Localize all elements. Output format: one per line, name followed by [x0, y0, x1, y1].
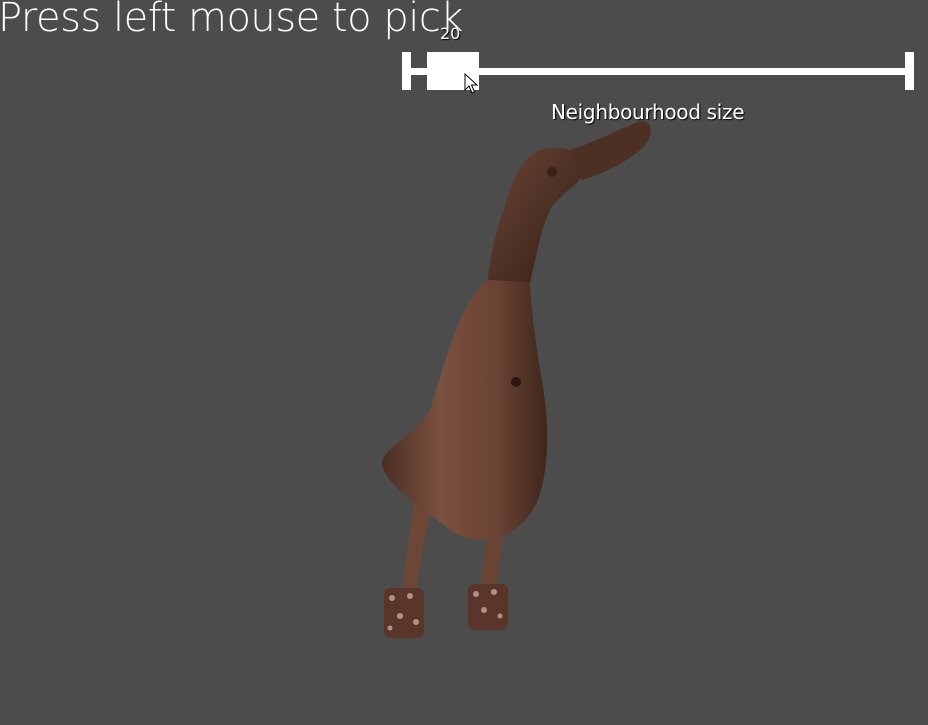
slider-track[interactable]	[406, 68, 910, 75]
instruction-text: Press left mouse to pick	[0, 0, 463, 41]
slider-value-label: 20	[440, 24, 461, 43]
duck-right-foot	[468, 584, 508, 630]
mouse-pointer-icon	[464, 73, 478, 94]
slider-right-cap	[905, 52, 914, 90]
render-viewport[interactable]: Press left mouse to pick 20 Neighbourhoo…	[0, 0, 928, 725]
slider-left-cap	[402, 52, 411, 90]
duck-spot	[511, 377, 521, 387]
duck-neck	[488, 147, 585, 282]
neighbourhood-size-slider[interactable]	[402, 52, 914, 92]
duck-body	[381, 278, 548, 540]
duck-beak	[570, 121, 651, 180]
duck-eye	[547, 167, 557, 177]
duck-model[interactable]	[370, 110, 670, 650]
